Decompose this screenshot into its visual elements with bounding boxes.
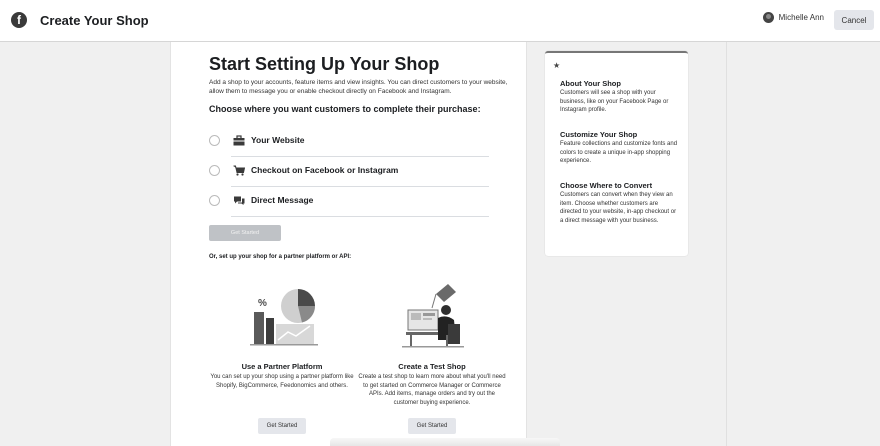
facebook-logo-icon[interactable]: f (11, 12, 27, 28)
info-title: About Your Shop (560, 79, 621, 88)
radio-button[interactable] (209, 165, 220, 176)
divider (231, 216, 489, 217)
star-icon: ★ (553, 61, 561, 70)
option-direct-message[interactable]: Direct Message (209, 187, 489, 217)
avatar (762, 12, 774, 23)
test-shop-illustration (402, 284, 464, 348)
option-label: Checkout on Facebook or Instagram (251, 165, 399, 175)
option-your-website[interactable]: Your Website (209, 127, 489, 157)
card-description: You can set up your shop using a partner… (210, 374, 354, 389)
option-checkout[interactable]: Checkout on Facebook or Instagram (209, 157, 489, 187)
info-description: Feature collections and customize fonts … (560, 141, 678, 164)
chat-icon (234, 196, 245, 205)
info-card: ★ About Your Shop Customers will see a s… (545, 51, 688, 256)
test-shop-get-started-button[interactable]: Get Started (408, 418, 456, 434)
info-description: Customers will see a shop with your busi… (560, 90, 669, 113)
partner-platform-card: % Use a Partner Platform You can set up … (207, 280, 357, 434)
cart-icon (233, 165, 245, 176)
test-shop-card: Create a Test Shop Create a test shop to… (357, 280, 507, 434)
page-title: Start Setting Up Your Shop (209, 54, 440, 74)
footer-bar (330, 438, 560, 446)
setup-panel: Start Setting Up Your Shop Add a shop to… (170, 42, 527, 446)
card-title: Use a Partner Platform (241, 362, 323, 371)
info-description: Customers can convert when they view an … (560, 192, 677, 224)
card-description: Create a test shop to learn more about w… (358, 374, 506, 406)
option-label: Direct Message (251, 195, 314, 205)
partner-platform-illustration: % (250, 289, 318, 346)
briefcase-icon (233, 135, 245, 146)
top-bar: f Create Your Shop Michelle Ann Cancel (0, 0, 880, 42)
purchase-location-question: Choose where you want customers to compl… (209, 104, 481, 114)
partner-get-started-button[interactable]: Get Started (258, 418, 306, 434)
info-title: Customize Your Shop (560, 130, 638, 139)
info-section-customize: Customize Your Shop Feature collections … (560, 130, 678, 166)
cancel-button[interactable]: Cancel (834, 10, 874, 30)
card-title: Create a Test Shop (398, 362, 466, 371)
svg-text:%: % (258, 298, 267, 309)
intro-text: Add a shop to your accounts, feature ite… (209, 79, 508, 95)
get-started-button[interactable]: Get Started (209, 225, 281, 241)
divider (726, 42, 727, 446)
page-header-title: Create Your Shop (40, 13, 149, 28)
radio-button[interactable] (209, 195, 220, 206)
user-name: Michelle Ann (778, 13, 824, 22)
option-label: Your Website (251, 135, 305, 145)
info-title: Choose Where to Convert (560, 181, 653, 190)
partner-heading: Or, set up your shop for a partner platf… (209, 254, 352, 260)
radio-button[interactable] (209, 135, 220, 146)
user-account[interactable]: Michelle Ann (762, 12, 824, 23)
info-section-about: About Your Shop Customers will see a sho… (560, 79, 678, 115)
info-section-convert: Choose Where to Convert Customers can co… (560, 181, 678, 225)
